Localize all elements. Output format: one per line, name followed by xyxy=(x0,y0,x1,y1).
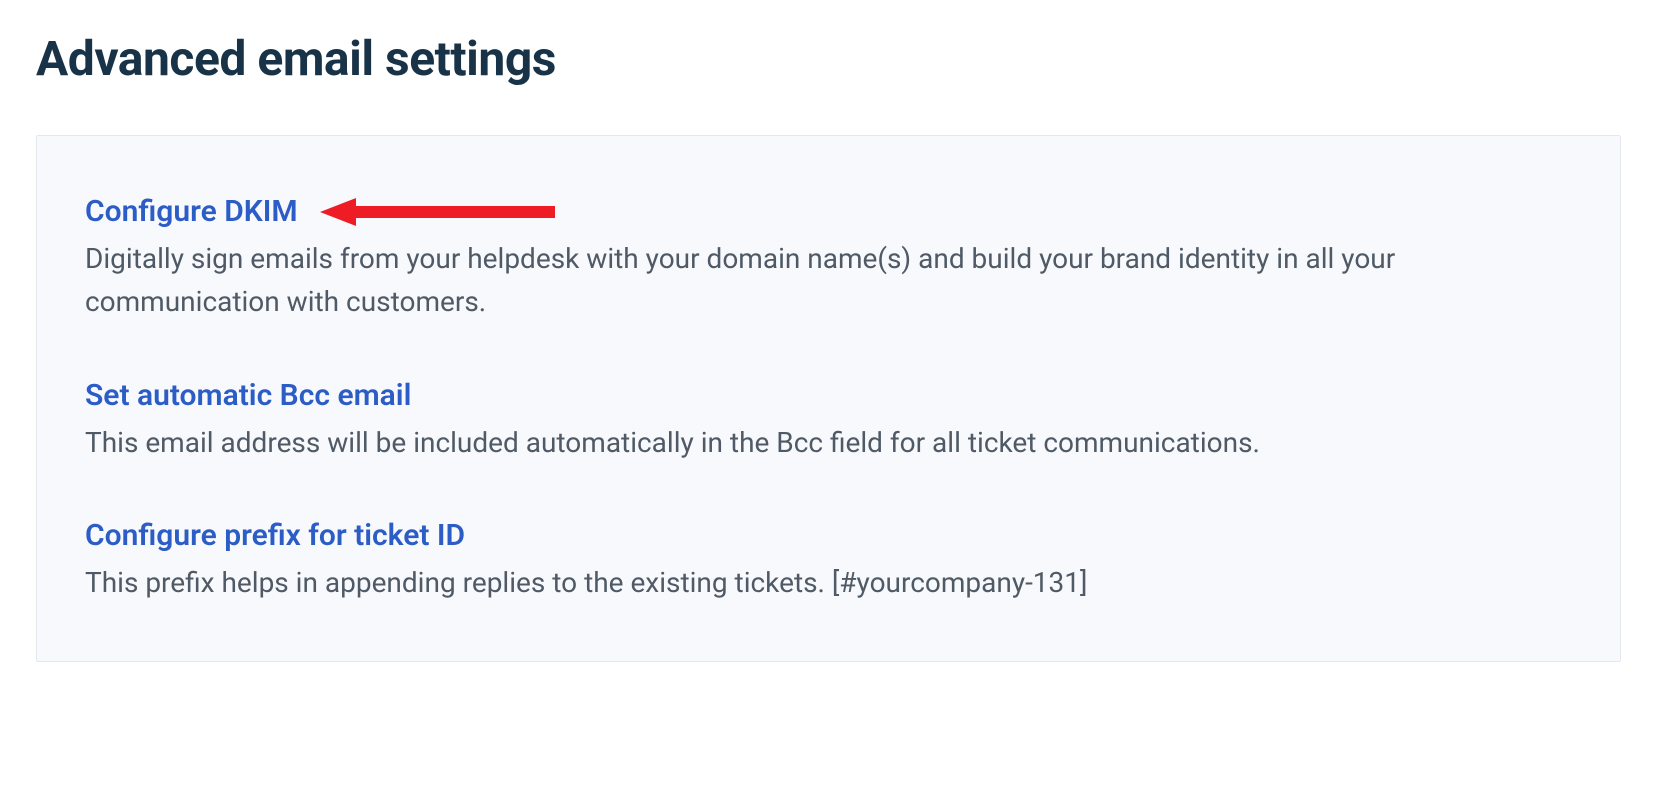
configure-dkim-link[interactable]: Configure DKIM xyxy=(85,192,298,231)
settings-panel: Configure DKIM Digitally sign emails fro… xyxy=(36,135,1621,662)
setting-description: This prefix helps in appending replies t… xyxy=(85,561,1485,604)
automatic-bcc-link[interactable]: Set automatic Bcc email xyxy=(85,376,411,415)
setting-automatic-bcc: Set automatic Bcc email This email addre… xyxy=(85,376,1572,464)
setting-description: This email address will be included auto… xyxy=(85,421,1485,464)
page-title: Advanced email settings xyxy=(36,30,1621,87)
setting-ticket-prefix: Configure prefix for ticket ID This pref… xyxy=(85,516,1572,604)
setting-description: Digitally sign emails from your helpdesk… xyxy=(85,237,1485,324)
setting-title-row: Configure prefix for ticket ID xyxy=(85,516,1572,555)
setting-title-row: Set automatic Bcc email xyxy=(85,376,1572,415)
arrow-left-icon xyxy=(320,195,560,229)
ticket-prefix-link[interactable]: Configure prefix for ticket ID xyxy=(85,516,465,555)
setting-title-row: Configure DKIM xyxy=(85,192,1572,231)
setting-configure-dkim: Configure DKIM Digitally sign emails fro… xyxy=(85,192,1572,324)
